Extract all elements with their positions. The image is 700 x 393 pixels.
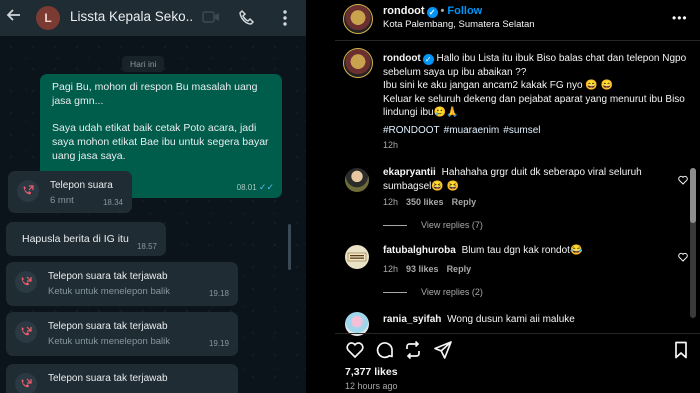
follow-button[interactable]: Follow <box>447 5 482 17</box>
message-paragraph: Pagi Bu, mohon di respon Bu masalah uang… <box>52 81 258 107</box>
replies-line <box>383 225 407 227</box>
header-separator: • <box>440 5 445 17</box>
caption-age: 12h <box>383 140 399 150</box>
hashtags: #RONDOOT #muaraenim #sumsel <box>383 125 545 136</box>
comment-username[interactable]: ekapryantii <box>383 167 436 178</box>
chat-body[interactable]: Hari ini Pagi Bu, mohon di respon Bu mas… <box>0 36 306 393</box>
caption-avatar[interactable] <box>343 48 373 78</box>
missed-call-message[interactable]: Telepon suara tak terjawab <box>6 364 238 393</box>
verified-badge-icon: ✓ <box>422 54 434 65</box>
comment-likes[interactable]: 350 likes <box>406 197 444 207</box>
message-time: 18.34 <box>102 198 123 207</box>
view-replies-label: View replies (7) <box>421 220 483 230</box>
call-title: Telepon suara tak terjawab <box>48 373 168 384</box>
comment-body: Blum tau dgn kak rondot😂 <box>461 245 583 256</box>
post-location[interactable]: Kota Palembang, Sumatera Selatan <box>383 19 535 30</box>
comment-age: 12h <box>383 264 399 274</box>
missed-call-icon <box>15 373 37 393</box>
comment-like-icon[interactable] <box>678 172 688 185</box>
chat-scrollbar[interactable] <box>288 224 291 270</box>
view-replies-button[interactable]: View replies (2) <box>383 287 483 297</box>
hashtag-link[interactable]: #sumsel <box>503 125 540 136</box>
view-replies-label: View replies (2) <box>421 287 483 297</box>
reply-button[interactable]: Reply <box>447 264 472 274</box>
whatsapp-chat: L Lissta Kepala Seko... Hari ini Pagi Bu… <box>0 0 306 393</box>
message-time: 19.18 <box>208 289 229 298</box>
chat-header: L Lissta Kepala Seko... <box>0 0 306 36</box>
hashtag-link[interactable]: #RONDOOT <box>383 125 440 136</box>
outgoing-call-icon <box>17 180 39 202</box>
read-ticks-icon: ✓✓ <box>258 182 274 192</box>
author-username[interactable]: rondoot <box>383 5 425 17</box>
repost-icon[interactable] <box>403 340 423 360</box>
date-divider: Hari ini <box>122 56 165 72</box>
missed-call-message[interactable]: Telepon suara tak terjawab Ketuk untuk m… <box>6 262 238 306</box>
actions-divider <box>335 333 700 334</box>
incoming-message[interactable]: Hapusla berita di IG itu 18.57 <box>6 222 166 256</box>
comment-icon[interactable] <box>375 340 395 360</box>
message-time: 08.01 <box>236 183 257 192</box>
call-callback-hint: Ketuk untuk menelepon balik <box>48 286 170 297</box>
comment-text: ekapryantii Hahahaha grgr duit dk sebera… <box>383 166 668 194</box>
bookmark-icon[interactable] <box>671 340 691 360</box>
comments-scrollbar[interactable] <box>690 168 696 318</box>
message-time: 19.19 <box>208 339 229 348</box>
author-avatar[interactable] <box>343 4 373 34</box>
caption-line: Ibu sini ke aku jangan ancam2 kakak FG n… <box>383 80 614 91</box>
more-horizontal-icon[interactable]: ••• <box>672 12 692 24</box>
message-paragraph: Saya udah etikat baik cetak Poto acara, … <box>52 122 269 162</box>
voice-call-message[interactable]: Telepon suara 6 mnt 18.34 <box>8 171 132 213</box>
call-title: Telepon suara tak terjawab <box>48 271 168 282</box>
comment-username[interactable]: rania_syifah <box>383 314 441 325</box>
contact-name[interactable]: Lissta Kepala Seko... <box>70 9 194 24</box>
contact-avatar[interactable]: L <box>36 6 60 30</box>
comment-like-icon[interactable] <box>678 249 688 262</box>
reply-button[interactable]: Reply <box>452 197 477 207</box>
send-icon[interactable] <box>433 340 453 360</box>
post-caption: rondoot ✓ Hallo ibu Lista itu ibuk Biso b… <box>383 52 688 120</box>
missed-call-icon <box>15 271 37 293</box>
post-time: 12 hours ago <box>345 381 398 391</box>
commenter-avatar[interactable] <box>345 168 369 192</box>
commenter-avatar[interactable] <box>345 245 369 269</box>
hashtag-link[interactable]: #muaraenim <box>444 125 500 136</box>
missed-call-message[interactable]: Telepon suara tak terjawab Ketuk untuk m… <box>6 312 238 356</box>
post-header-user: rondoot ✓ • Follow <box>383 5 482 18</box>
comment-body: Wong dusun kami aii maluke <box>447 314 575 325</box>
comment-text: rania_syifah Wong dusun kami aii maluke <box>383 313 668 327</box>
phone-icon[interactable] <box>238 9 256 27</box>
message-text: Hapusla berita di IG itu <box>22 233 129 245</box>
call-title: Telepon suara <box>50 180 113 191</box>
missed-call-icon <box>15 321 37 343</box>
comment-meta: 12h 93 likes Reply <box>383 264 479 274</box>
panel-divider <box>306 0 335 393</box>
message-meta: 08.01 ✓✓ <box>237 180 274 195</box>
comment-text: fatubalghuroba Blum tau dgn kak rondot😂 <box>383 244 668 258</box>
arrow-left-icon[interactable] <box>6 7 24 27</box>
comment-likes[interactable]: 93 likes <box>406 264 439 274</box>
message-time: 18.57 <box>136 242 157 251</box>
call-callback-hint: Ketuk untuk menelepon balik <box>48 336 170 347</box>
verified-badge-icon: ✓ <box>426 7 438 18</box>
instagram-post: rondoot ✓ • Follow Kota Palembang, Sumatera… <box>335 0 700 393</box>
call-duration: 6 mnt <box>50 195 74 206</box>
video-camera-icon[interactable] <box>202 10 220 24</box>
heart-icon[interactable] <box>345 340 365 360</box>
comment-meta: 12h 350 likes Reply <box>383 197 484 207</box>
more-vertical-icon[interactable] <box>282 8 288 28</box>
view-replies-button[interactable]: View replies (7) <box>383 220 483 230</box>
header-divider <box>335 40 700 41</box>
comment-username[interactable]: fatubalghuroba <box>383 245 456 256</box>
caption-username[interactable]: rondoot <box>383 53 421 64</box>
replies-line <box>383 292 407 294</box>
call-title: Telepon suara tak terjawab <box>48 321 168 332</box>
caption-line: Keluar ke seluruh dekeng dan pejabat apa… <box>383 93 685 119</box>
post-likes[interactable]: 7,377 likes <box>345 366 398 378</box>
comment-age: 12h <box>383 197 399 207</box>
scrollbar-thumb[interactable] <box>690 168 696 223</box>
